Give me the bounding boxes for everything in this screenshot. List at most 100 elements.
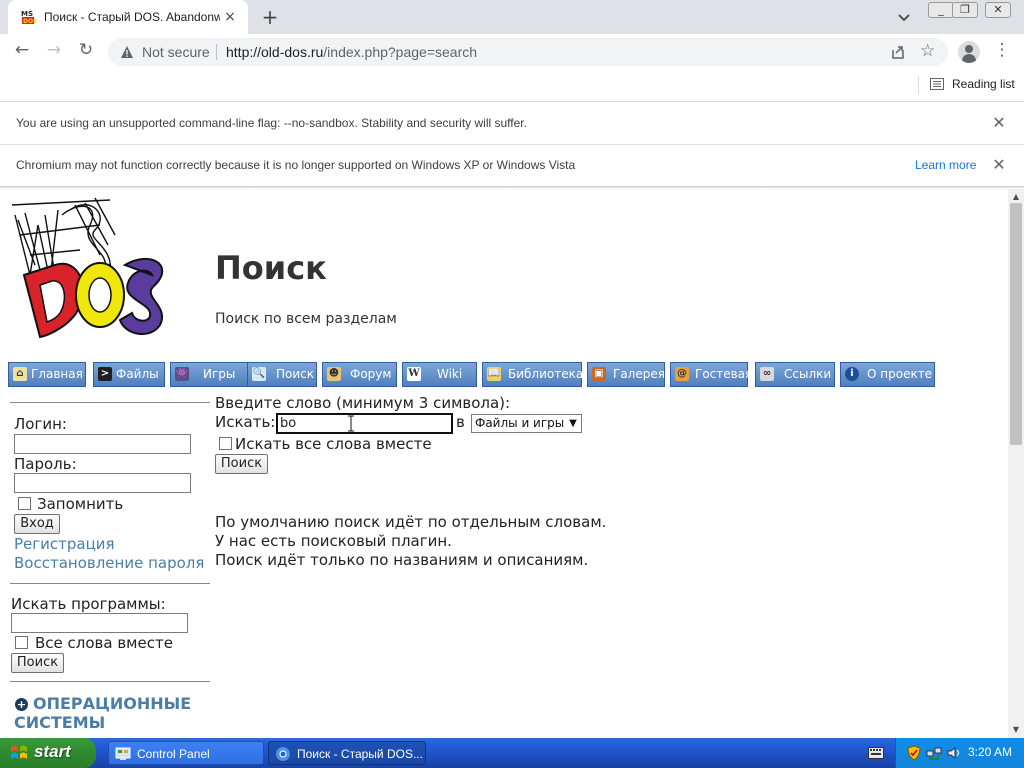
- infobar-message: Chromium may not function correctly beca…: [16, 158, 576, 172]
- login-label: Логин:: [14, 415, 67, 433]
- nav-gallery-button[interactable]: ▣ Галерея: [587, 362, 665, 387]
- search-submit-button[interactable]: Поиск: [215, 454, 268, 474]
- os-section-heading[interactable]: ОПЕРАЦИОННЫЕ СИСТЕМЫ: [14, 694, 204, 732]
- svg-text:MS: MS: [21, 10, 33, 18]
- browser-tab[interactable]: MS DOS Поиск - Старый DOS. Abandonware ×: [8, 0, 248, 34]
- url-text[interactable]: http://old-dos.ru/index.php?page=search: [226, 44, 477, 60]
- windows-taskbar: start Control Panel Поиск - Старый DOS..…: [0, 738, 1024, 768]
- windows-flag-icon: [11, 745, 27, 759]
- search-all-words-checkbox[interactable]: [219, 437, 232, 450]
- minimize-button[interactable]: _: [928, 2, 954, 18]
- control-panel-icon: [115, 747, 131, 760]
- start-button[interactable]: start: [0, 738, 96, 768]
- tab-title: Поиск - Старый DOS. Abandonware: [44, 10, 220, 24]
- program-search-input[interactable]: [11, 613, 188, 633]
- profile-avatar-icon[interactable]: [958, 41, 980, 63]
- reload-button[interactable]: ↻: [74, 40, 98, 64]
- ms-dos-logo[interactable]: [10, 195, 180, 355]
- remember-checkbox[interactable]: [18, 497, 31, 510]
- svg-text:DOS: DOS: [23, 18, 36, 25]
- volume-icon[interactable]: [946, 745, 962, 761]
- nav-files-button[interactable]: > Файлы: [93, 362, 165, 387]
- nav-links-button[interactable]: ∞ Ссылки: [755, 362, 835, 387]
- infobar-close-icon[interactable]: ✕: [990, 156, 1008, 174]
- book-icon: 📖: [487, 367, 501, 381]
- browser-menu-icon[interactable]: ⋮: [992, 38, 1012, 62]
- address-bar[interactable]: Not secure http://old-dos.ru/index.php?p…: [108, 38, 948, 66]
- user-icon: ☻: [327, 367, 341, 381]
- nav-games-button[interactable]: 👾 Игры: [170, 362, 250, 387]
- nav-label: Поиск: [276, 367, 315, 381]
- tab-search-chevron-icon[interactable]: [895, 8, 913, 26]
- search-scope-select[interactable]: Файлы и игры ▼: [471, 414, 582, 433]
- network-icon[interactable]: [926, 745, 942, 761]
- omnibox-divider: [216, 44, 217, 60]
- share-icon[interactable]: [890, 44, 906, 60]
- program-search-button[interactable]: Поиск: [11, 653, 64, 673]
- back-button[interactable]: ←: [10, 40, 34, 64]
- nav-label: Игры: [203, 367, 236, 381]
- infobar-message: You are using an unsupported command-lin…: [16, 116, 527, 130]
- scroll-down-arrow-icon[interactable]: ▼: [1008, 722, 1024, 738]
- register-link[interactable]: Регистрация: [14, 535, 115, 553]
- search-query-input[interactable]: bo: [276, 413, 453, 434]
- nav-wiki-button[interactable]: W Wiki: [402, 362, 477, 387]
- new-tab-button[interactable]: +: [258, 6, 282, 28]
- password-recovery-link[interactable]: Восстановление пароля: [14, 554, 204, 572]
- learn-more-link[interactable]: Learn more: [915, 158, 976, 172]
- dropdown-arrow-icon: ▼: [569, 418, 577, 429]
- wiki-icon: W: [407, 367, 421, 381]
- nav-guestbook-button[interactable]: @ Гостевая: [670, 362, 752, 387]
- password-input[interactable]: [14, 473, 191, 493]
- remember-label: Запомнить: [37, 495, 124, 513]
- text-cursor-icon: [348, 415, 354, 432]
- program-search-label: Искать программы:: [11, 595, 166, 613]
- tab-strip: MS DOS Поиск - Старый DOS. Abandonware ×…: [0, 0, 1024, 34]
- page-scrollbar[interactable]: ▲ ▼: [1008, 189, 1024, 738]
- nav-search-button[interactable]: 🔍 Поиск: [247, 362, 317, 387]
- page-subtitle: Поиск по всем разделам: [215, 311, 397, 327]
- link-icon: ∞: [760, 367, 774, 381]
- window-close-button[interactable]: ✕: [985, 2, 1011, 18]
- search-in-label: в: [456, 413, 465, 431]
- unsupported-os-infobar: Chromium may not function correctly beca…: [0, 145, 1024, 187]
- nav-library-button[interactable]: 📖 Библиотека: [482, 362, 583, 387]
- password-label: Пароль:: [14, 455, 77, 473]
- nav-label: Файлы: [116, 367, 159, 381]
- reading-list-icon[interactable]: [930, 78, 944, 90]
- warning-triangle-icon[interactable]: [120, 45, 134, 59]
- forward-button[interactable]: →: [42, 40, 66, 64]
- security-shield-icon[interactable]: [906, 745, 922, 761]
- tab-close-icon[interactable]: ×: [222, 9, 238, 25]
- system-tray: 3:20 AM: [895, 738, 1024, 768]
- sidebar-divider: [10, 583, 210, 584]
- keyboard-language-icon[interactable]: [868, 747, 884, 759]
- search-intro: Введите слово (минимум 3 символа):: [215, 394, 511, 412]
- nav-label: Главная: [31, 367, 83, 381]
- nav-label: О проекте: [867, 367, 933, 381]
- sandbox-warning-infobar: You are using an unsupported command-lin…: [0, 103, 1024, 145]
- browser-toolbar: ← → ↻ Not secure http://old-dos.ru/index…: [0, 34, 1024, 70]
- nav-label: Гостевая: [695, 367, 753, 381]
- clock[interactable]: 3:20 AM: [968, 745, 1012, 759]
- search-all-words-label: Искать все слова вместе: [235, 435, 432, 453]
- bookmark-star-icon[interactable]: ☆: [920, 41, 935, 61]
- taskbar-item-browser[interactable]: Поиск - Старый DOS...: [268, 741, 426, 765]
- not-secure-label[interactable]: Not secure: [142, 44, 210, 60]
- reading-list-button[interactable]: Reading list: [952, 77, 1015, 91]
- taskbar-item-control-panel[interactable]: Control Panel: [108, 741, 264, 765]
- maximize-button[interactable]: ❐: [952, 2, 978, 18]
- login-input[interactable]: [14, 434, 191, 454]
- nav-label: Wiki: [437, 367, 463, 381]
- guestbook-icon: @: [675, 367, 689, 381]
- scrollbar-thumb[interactable]: [1010, 203, 1022, 445]
- nav-home-button[interactable]: ⌂ Главная: [8, 362, 86, 387]
- home-icon: ⌂: [13, 367, 27, 381]
- nav-about-button[interactable]: i О проекте: [840, 362, 935, 387]
- nav-label: Ссылки: [784, 367, 832, 381]
- infobar-close-icon[interactable]: ✕: [990, 114, 1008, 132]
- login-button[interactable]: Вход: [14, 514, 60, 534]
- picture-icon: ▣: [592, 367, 606, 381]
- nav-forum-button[interactable]: ☻ Форум: [322, 362, 397, 387]
- all-words-checkbox[interactable]: [15, 636, 28, 649]
